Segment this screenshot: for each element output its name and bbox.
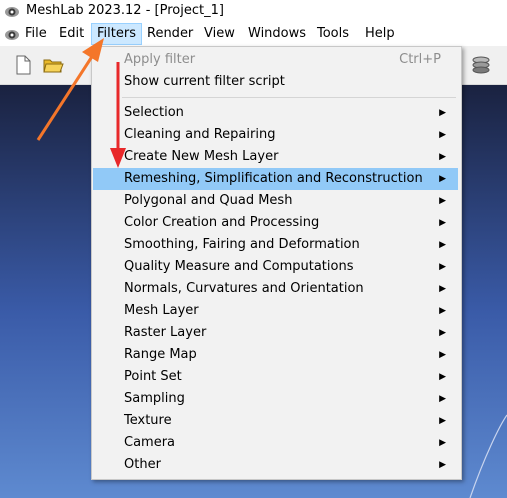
submenu-label: Raster Layer bbox=[124, 325, 207, 340]
submenu-create-mesh[interactable]: Create New Mesh Layer ▶ bbox=[93, 146, 458, 168]
apply-filter-label: Apply filter bbox=[124, 52, 196, 67]
submenu-point-set[interactable]: Point Set ▶ bbox=[93, 366, 458, 388]
menu-windows[interactable]: Windows bbox=[243, 23, 311, 45]
submenu-raster-layer[interactable]: Raster Layer ▶ bbox=[93, 322, 458, 344]
submenu-polygonal[interactable]: Polygonal and Quad Mesh ▶ bbox=[93, 190, 458, 212]
submenu-label: Other bbox=[124, 457, 161, 472]
submenu-arrow-icon: ▶ bbox=[439, 350, 446, 360]
menu-view[interactable]: View bbox=[199, 23, 240, 45]
menu-help[interactable]: Help bbox=[360, 23, 400, 45]
submenu-arrow-icon: ▶ bbox=[439, 394, 446, 404]
submenu-arrow-icon: ▶ bbox=[439, 108, 446, 118]
open-folder-icon[interactable] bbox=[42, 54, 64, 76]
submenu-arrow-icon: ▶ bbox=[439, 416, 446, 426]
submenu-mesh-layer[interactable]: Mesh Layer ▶ bbox=[93, 300, 458, 322]
submenu-remeshing[interactable]: Remeshing, Simplification and Reconstruc… bbox=[93, 168, 458, 190]
submenu-label: Color Creation and Processing bbox=[124, 215, 320, 230]
menu-separator bbox=[122, 97, 456, 98]
window-title: MeshLab 2023.12 - [Project_1] bbox=[26, 3, 224, 18]
submenu-arrow-icon: ▶ bbox=[439, 152, 446, 162]
submenu-label: Normals, Curvatures and Orientation bbox=[124, 281, 364, 296]
submenu-arrow-icon: ▶ bbox=[439, 196, 446, 206]
submenu-range-map[interactable]: Range Map ▶ bbox=[93, 344, 458, 366]
new-file-icon[interactable] bbox=[12, 54, 34, 76]
submenu-arrow-icon: ▶ bbox=[439, 130, 446, 140]
submenu-label: Sampling bbox=[124, 391, 185, 406]
menu-filters[interactable]: Filters bbox=[91, 23, 142, 45]
submenu-other[interactable]: Other ▶ bbox=[93, 454, 458, 476]
menu-tools[interactable]: Tools bbox=[312, 23, 354, 45]
submenu-label: Texture bbox=[124, 413, 172, 428]
submenu-arrow-icon: ▶ bbox=[439, 372, 446, 382]
submenu-color[interactable]: Color Creation and Processing ▶ bbox=[93, 212, 458, 234]
submenu-label: Point Set bbox=[124, 369, 182, 384]
submenu-label: Range Map bbox=[124, 347, 197, 362]
submenu-arrow-icon: ▶ bbox=[439, 240, 446, 250]
submenu-normals[interactable]: Normals, Curvatures and Orientation ▶ bbox=[93, 278, 458, 300]
menu-file[interactable]: File bbox=[20, 23, 52, 45]
submenu-label: Smoothing, Fairing and Deformation bbox=[124, 237, 360, 252]
show-filter-script-item[interactable]: Show current filter script bbox=[93, 71, 458, 93]
meshlab-eye-icon[interactable] bbox=[4, 26, 20, 42]
submenu-arrow-icon: ▶ bbox=[439, 262, 446, 272]
menu-bar: File Edit Filters Render View Windows To… bbox=[0, 22, 507, 46]
submenu-arrow-icon: ▶ bbox=[439, 306, 446, 316]
submenu-smoothing[interactable]: Smoothing, Fairing and Deformation ▶ bbox=[93, 234, 458, 256]
submenu-arrow-icon: ▶ bbox=[439, 460, 446, 470]
mesh-layers-icon[interactable] bbox=[470, 54, 492, 76]
submenu-quality[interactable]: Quality Measure and Computations ▶ bbox=[93, 256, 458, 278]
submenu-cleaning[interactable]: Cleaning and Repairing ▶ bbox=[93, 124, 458, 146]
filters-dropdown-menu: Apply filter Ctrl+P Show current filter … bbox=[91, 46, 462, 480]
submenu-arrow-icon: ▶ bbox=[439, 438, 446, 448]
show-filter-script-label: Show current filter script bbox=[124, 74, 285, 89]
submenu-label: Quality Measure and Computations bbox=[124, 259, 354, 274]
apply-filter-item[interactable]: Apply filter Ctrl+P bbox=[93, 49, 458, 71]
submenu-texture[interactable]: Texture ▶ bbox=[93, 410, 458, 432]
title-bar: MeshLab 2023.12 - [Project_1] bbox=[0, 0, 507, 22]
menu-edit[interactable]: Edit bbox=[54, 23, 89, 45]
submenu-label: Selection bbox=[124, 105, 184, 120]
submenu-label: Polygonal and Quad Mesh bbox=[124, 193, 293, 208]
apply-filter-shortcut: Ctrl+P bbox=[399, 52, 441, 67]
submenu-selection[interactable]: Selection ▶ bbox=[93, 102, 458, 124]
submenu-label: Create New Mesh Layer bbox=[124, 149, 279, 164]
submenu-label: Remeshing, Simplification and Reconstruc… bbox=[124, 171, 423, 186]
submenu-arrow-icon: ▶ bbox=[439, 174, 446, 184]
submenu-label: Camera bbox=[124, 435, 176, 450]
submenu-camera[interactable]: Camera ▶ bbox=[93, 432, 458, 454]
submenu-label: Mesh Layer bbox=[124, 303, 199, 318]
meshlab-eye-icon bbox=[5, 7, 19, 17]
menu-render[interactable]: Render bbox=[142, 23, 198, 45]
submenu-arrow-icon: ▶ bbox=[439, 218, 446, 228]
submenu-arrow-icon: ▶ bbox=[439, 328, 446, 338]
submenu-arrow-icon: ▶ bbox=[439, 284, 446, 294]
submenu-label: Cleaning and Repairing bbox=[124, 127, 276, 142]
submenu-sampling[interactable]: Sampling ▶ bbox=[93, 388, 458, 410]
